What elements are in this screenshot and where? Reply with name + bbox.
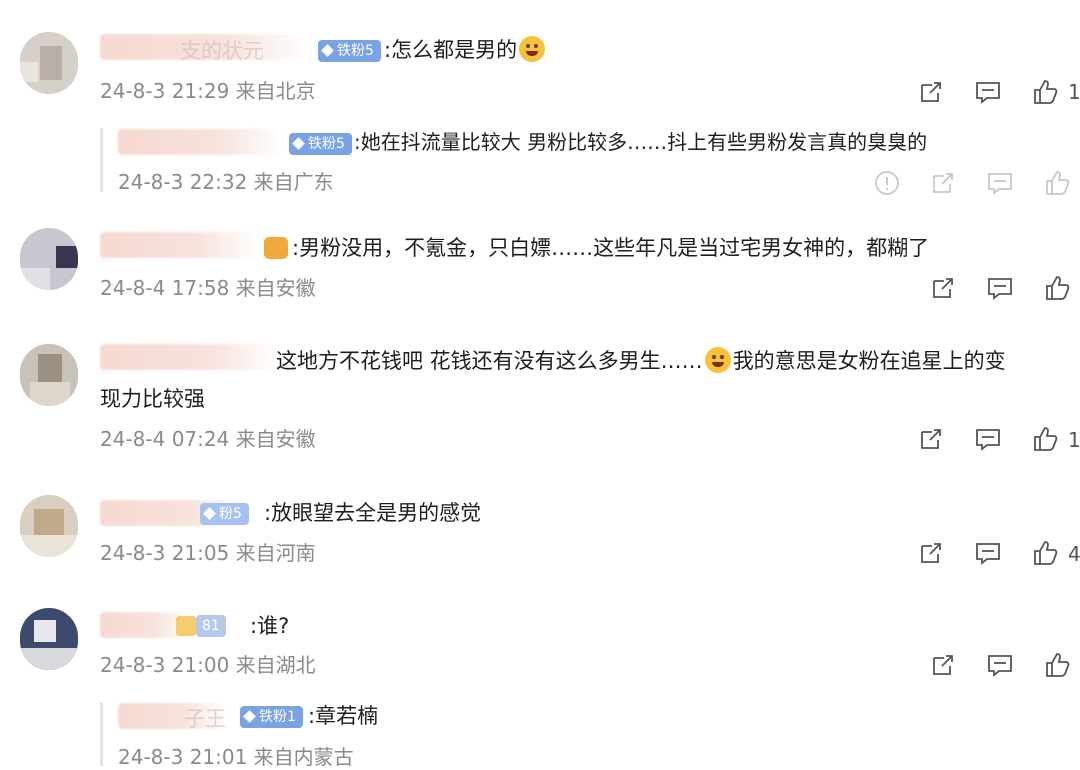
gift-emoji-icon (264, 237, 288, 259)
comment-text-continued: 现力比较强 (100, 387, 205, 411)
laughing-emoji-icon (704, 347, 731, 373)
username-redacted[interactable] (100, 232, 260, 258)
fan-badge[interactable]: 铁粉1 (240, 706, 303, 728)
comment-text: :谁? (250, 614, 290, 638)
comment-text: :怎么都是男的 (384, 35, 547, 65)
comment-icon[interactable] (973, 77, 1003, 107)
comment-meta: 24-8-3 21:00 来自湖北 (100, 653, 316, 677)
share-icon[interactable] (916, 538, 946, 568)
fan-badge[interactable]: 81 (196, 615, 226, 637)
avatar[interactable] (20, 495, 78, 557)
diamond-icon (203, 507, 216, 520)
username-fragment: 子王 (184, 707, 226, 731)
comment-icon[interactable] (973, 538, 1003, 568)
share-icon[interactable] (928, 273, 958, 303)
reply-text: :章若楠 (308, 704, 379, 728)
like-icon[interactable] (1042, 650, 1072, 680)
like-icon[interactable] (1030, 77, 1060, 107)
diamond-icon (292, 137, 305, 150)
username-fragment: 支的状元 (180, 39, 264, 63)
badge-accent (176, 616, 196, 636)
reply-divider (100, 702, 103, 766)
comment-meta: 24-8-3 21:05 来自河南 (100, 541, 316, 565)
like-count: 1 (1068, 80, 1080, 104)
like-icon[interactable] (1030, 424, 1060, 454)
reply-text: :她在抖流量比较大 男粉比较多……抖上有些男粉发言真的臭臭的 (354, 130, 928, 154)
avatar[interactable] (20, 32, 78, 94)
comment-icon[interactable] (973, 424, 1003, 454)
reply-meta: 24-8-3 21:01 来自内蒙古 (118, 745, 354, 769)
avatar[interactable] (20, 608, 78, 670)
comment-icon[interactable] (985, 168, 1015, 198)
fan-badge[interactable]: 铁粉5 (289, 133, 352, 155)
diamond-icon (243, 710, 256, 723)
comment-meta: 24-8-4 17:58 来自安徽 (100, 276, 316, 300)
comment-text: :放眼望去全是男的感觉 (264, 501, 482, 525)
sweat-smile-emoji-icon (519, 36, 546, 62)
fan-badge[interactable]: 铁粉5 (318, 40, 381, 62)
share-icon[interactable] (928, 168, 958, 198)
comment-icon[interactable] (985, 650, 1015, 680)
comment-meta: 24-8-4 07:24 来自安徽 (100, 427, 316, 451)
report-icon[interactable] (872, 168, 902, 198)
comment-icon[interactable] (985, 273, 1015, 303)
share-icon[interactable] (928, 650, 958, 680)
comment-text: 这地方不花钱吧 花钱还有没有这么多男生…… 我的意思是女粉在追星上的变 (276, 347, 1006, 373)
username-redacted[interactable] (100, 344, 280, 370)
username-redacted[interactable] (118, 129, 283, 155)
diamond-icon (321, 44, 334, 57)
avatar[interactable] (20, 344, 78, 406)
like-icon[interactable] (1042, 273, 1072, 303)
avatar[interactable] (20, 228, 78, 290)
comment-text: :男粉没用，不氪金，只白嫖……这些年凡是当过宅男女神的，都糊了 (264, 233, 929, 263)
comment-meta: 24-8-3 21:29 来自北京 (100, 79, 316, 103)
share-icon[interactable] (916, 77, 946, 107)
like-count: 4 (1068, 542, 1080, 566)
reply-divider (100, 128, 103, 192)
fan-badge[interactable]: 粉5 (200, 503, 249, 525)
like-icon[interactable] (1030, 538, 1060, 568)
like-icon[interactable] (1042, 168, 1072, 198)
share-icon[interactable] (916, 424, 946, 454)
reply-meta: 24-8-3 22:32 来自广东 (118, 170, 334, 194)
like-count: 1 (1068, 428, 1080, 452)
